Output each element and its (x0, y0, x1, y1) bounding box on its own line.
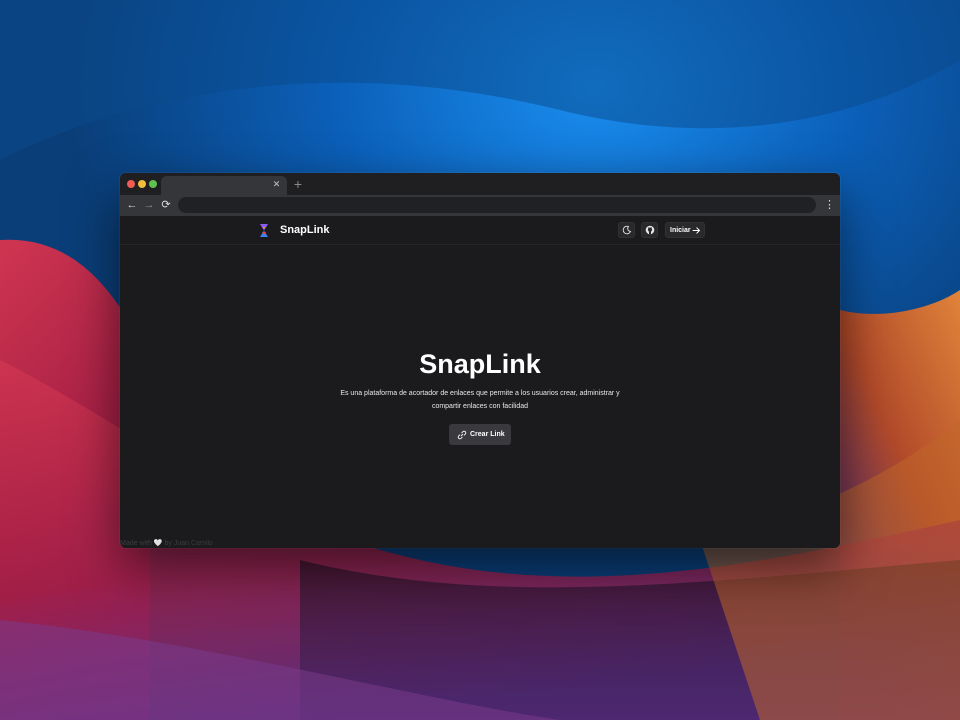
browser-window: ✕ + ← → ⟳ ⋮ SnapLink Iniciar SnapLink Es… (120, 173, 840, 548)
reload-icon[interactable]: ⟳ (159, 198, 173, 212)
theme-toggle-button[interactable] (618, 222, 635, 238)
site-header: SnapLink Iniciar (120, 216, 840, 245)
address-bar[interactable] (178, 197, 816, 213)
github-icon (645, 225, 655, 235)
browser-toolbar: ← → ⟳ ⋮ (120, 195, 840, 216)
arrow-right-icon (692, 227, 700, 234)
login-button[interactable]: Iniciar (665, 222, 705, 238)
browser-tab[interactable]: ✕ (161, 176, 287, 195)
page-footer: Made with 🤍 by Juan Camilo (120, 539, 213, 548)
page-content: SnapLink Iniciar SnapLink Es una platafo… (120, 216, 840, 548)
maximize-window-button[interactable] (149, 180, 157, 188)
login-label: Iniciar (670, 227, 691, 234)
tab-bar: ✕ + (120, 173, 840, 195)
footer-made-with: Made with (120, 540, 152, 547)
github-link-button[interactable] (641, 222, 658, 238)
browser-menu-icon[interactable]: ⋮ (824, 198, 835, 212)
link-icon (457, 430, 467, 440)
brand-name[interactable]: SnapLink (280, 223, 330, 237)
moon-icon (622, 225, 632, 235)
close-window-button[interactable] (127, 180, 135, 188)
minimize-window-button[interactable] (138, 180, 146, 188)
forward-arrow-icon[interactable]: → (142, 198, 156, 212)
back-arrow-icon[interactable]: ← (125, 198, 139, 212)
heart-icon: 🤍 (153, 540, 163, 547)
hero-title: SnapLink (419, 349, 541, 379)
new-tab-button[interactable]: + (291, 177, 305, 191)
hero-description: Es una plataforma de acortador de enlace… (340, 390, 620, 410)
create-link-label: Crear Link (470, 431, 505, 438)
create-link-button[interactable]: Crear Link (449, 424, 511, 445)
footer-author: by Juan Camilo (164, 540, 213, 547)
snaplink-logo-icon[interactable] (257, 223, 271, 238)
close-icon[interactable]: ✕ (271, 179, 282, 190)
